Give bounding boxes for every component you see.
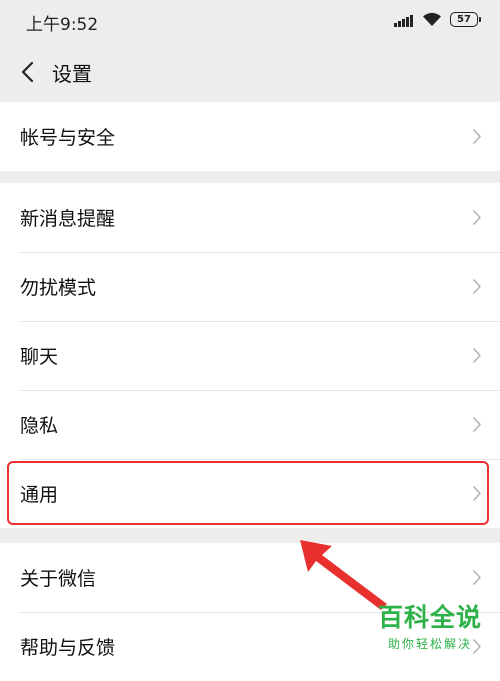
settings-item-label: 隐私 — [20, 415, 59, 437]
settings-item-chats[interactable]: 聊天 — [0, 321, 500, 390]
chevron-right-icon — [473, 129, 481, 144]
settings-item-label: 关于微信 — [20, 568, 97, 590]
settings-item-label: 帮助与反馈 — [20, 637, 116, 659]
signal-icon — [394, 13, 414, 27]
settings-item-label: 聊天 — [20, 346, 59, 368]
nav-bar: 设置 — [0, 44, 500, 101]
chevron-right-icon — [473, 417, 481, 432]
chevron-right-icon — [473, 486, 481, 501]
wifi-icon — [423, 12, 441, 26]
chevron-right-icon — [473, 210, 481, 225]
watermark-subtitle: 助你轻松解决 — [387, 636, 472, 651]
settings-group-main: 新消息提醒 勿扰模式 聊天 隐私 通用 — [0, 183, 500, 528]
settings-item-privacy[interactable]: 隐私 — [0, 390, 500, 459]
status-time: 上午9:52 — [26, 15, 99, 35]
battery-level: 57 — [457, 13, 471, 25]
settings-item-label: 新消息提醒 — [20, 208, 116, 230]
settings-item-label: 帐号与安全 — [20, 127, 116, 149]
settings-item-label: 勿扰模式 — [20, 277, 97, 299]
chevron-right-icon — [473, 570, 481, 585]
battery-icon: 57 — [450, 12, 481, 27]
chevron-left-icon — [21, 61, 34, 83]
back-button[interactable] — [12, 56, 42, 88]
watermark-logo: 百科全说 助你轻松解决 — [370, 604, 490, 652]
watermark-title: 百科全说 — [377, 603, 482, 632]
chevron-right-icon — [473, 348, 481, 363]
page-title: 设置 — [52, 62, 92, 86]
settings-item-do-not-disturb[interactable]: 勿扰模式 — [0, 252, 500, 321]
status-bar: 上午9:52 57 — [0, 0, 500, 44]
chevron-right-icon — [473, 279, 481, 294]
settings-item-new-message-alerts[interactable]: 新消息提醒 — [0, 183, 500, 252]
settings-item-about-wechat[interactable]: 关于微信 — [0, 543, 500, 612]
status-icons: 57 — [394, 12, 481, 27]
settings-item-label: 通用 — [20, 484, 59, 506]
settings-item-account-security[interactable]: 帐号与安全 — [0, 102, 500, 171]
settings-group-account: 帐号与安全 — [0, 102, 500, 171]
settings-item-general[interactable]: 通用 — [0, 459, 500, 528]
